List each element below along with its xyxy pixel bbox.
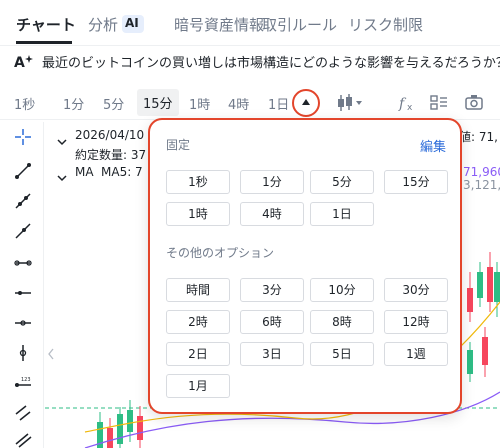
edit-link[interactable]: 編集 bbox=[420, 136, 446, 155]
active-tab-indicator bbox=[16, 41, 72, 44]
candles-left bbox=[97, 400, 143, 448]
other-option-12h[interactable]: 12時 bbox=[384, 310, 448, 334]
fixed-option-15m[interactable]: 15分 bbox=[384, 170, 448, 194]
ai-badge-icon: AI bbox=[122, 15, 145, 33]
tab-crypto-info[interactable]: 暗号資産情報 bbox=[174, 14, 264, 35]
tf-5m[interactable]: 5分 bbox=[103, 94, 124, 113]
other-option-3d[interactable]: 3日 bbox=[240, 342, 304, 366]
other-option-1w[interactable]: 1週 bbox=[384, 342, 448, 366]
other-option-1mo[interactable]: 1月 bbox=[166, 374, 230, 398]
other-options-title: その他のオプション bbox=[166, 246, 275, 260]
tf-1m[interactable]: 1分 bbox=[63, 94, 84, 113]
tf-4h[interactable]: 4時 bbox=[228, 94, 249, 113]
fixed-option-4h[interactable]: 4時 bbox=[240, 202, 304, 226]
horizontal-line-icon[interactable] bbox=[14, 314, 32, 332]
horizontal-ray-icon[interactable] bbox=[14, 284, 32, 302]
tf-1h[interactable]: 1時 bbox=[189, 94, 210, 113]
tab-analysis[interactable]: 分析 AI bbox=[88, 14, 145, 35]
other-option-2h[interactable]: 2時 bbox=[166, 310, 230, 334]
candles-right bbox=[467, 252, 500, 382]
fx-icon[interactable]: f x bbox=[398, 92, 418, 118]
fixed-option-5m[interactable]: 5分 bbox=[310, 170, 374, 194]
drawing-tools-sidebar: 123 bbox=[0, 122, 44, 448]
parallel-channel-icon[interactable] bbox=[14, 404, 32, 422]
ray-line-icon[interactable] bbox=[14, 192, 32, 210]
triangle-up-icon bbox=[302, 99, 310, 105]
pitchfork-icon[interactable] bbox=[14, 430, 32, 448]
fixed-option-1h[interactable]: 1時 bbox=[166, 202, 230, 226]
candlestick-icon[interactable] bbox=[336, 92, 364, 118]
other-option-30m[interactable]: 30分 bbox=[384, 278, 448, 302]
svg-text:f: f bbox=[398, 96, 407, 112]
svg-text:x: x bbox=[407, 103, 413, 113]
other-option-6h[interactable]: 6時 bbox=[240, 310, 304, 334]
fixed-option-1m[interactable]: 1分 bbox=[240, 170, 304, 194]
tf-1s[interactable]: 1秒 bbox=[14, 94, 35, 113]
fixed-section-title: 固定 bbox=[166, 138, 191, 152]
svg-text:123: 123 bbox=[21, 377, 31, 383]
tab-trading-rules[interactable]: 取引ルール bbox=[262, 14, 337, 35]
tab-risk-limits[interactable]: リスク制限 bbox=[348, 14, 423, 35]
crosshair-icon[interactable] bbox=[14, 128, 32, 146]
ai-question-row[interactable]: A 最近のビットコインの買い増しは市場構造にどのような影響を与えるだろうか？ bbox=[14, 51, 500, 73]
other-option-3m[interactable]: 3分 bbox=[240, 278, 304, 302]
timeframe-popup: 固定 編集 1秒 1分 5分 15分 1時 4時 1日 その他のオプション 時間… bbox=[148, 118, 462, 414]
other-option-8h[interactable]: 8時 bbox=[310, 310, 374, 334]
extended-line-icon[interactable] bbox=[14, 222, 32, 240]
other-option-5d[interactable]: 5日 bbox=[310, 342, 374, 366]
other-option-time[interactable]: 時間 bbox=[166, 278, 230, 302]
trend-line-icon[interactable] bbox=[14, 162, 32, 180]
top-tabs: チャート 分析 AI 暗号資産情報 取引ルール リスク制限 bbox=[0, 0, 500, 46]
ai-badge-text: AI bbox=[125, 16, 139, 30]
ai-question-text: 最近のビットコインの買い増しは市場構造にどのような影響を与えるだろうか？ bbox=[42, 56, 500, 71]
tab-chart[interactable]: チャート bbox=[16, 14, 76, 35]
camera-icon[interactable] bbox=[464, 92, 484, 118]
timeframe-toolbar: 1秒 1分 5分 15分 1時 4時 1日 bbox=[0, 84, 500, 120]
tab-analysis-label: 分析 bbox=[88, 16, 119, 34]
layout-icon[interactable] bbox=[430, 92, 448, 118]
svg-text:A: A bbox=[14, 55, 25, 70]
fixed-option-1s[interactable]: 1秒 bbox=[166, 170, 230, 194]
horizontal-segment-icon[interactable] bbox=[14, 254, 32, 272]
tf-15m[interactable]: 15分 bbox=[137, 89, 179, 116]
other-option-2d[interactable]: 2日 bbox=[166, 342, 230, 366]
timeframe-dropdown-button[interactable] bbox=[292, 89, 320, 117]
other-option-10m[interactable]: 10分 bbox=[310, 278, 374, 302]
tf-1d[interactable]: 1日 bbox=[268, 94, 289, 113]
price-line-icon[interactable]: 123 bbox=[14, 374, 32, 392]
fixed-option-1d[interactable]: 1日 bbox=[310, 202, 374, 226]
vertical-line-icon[interactable] bbox=[14, 344, 32, 362]
ai-sparkle-icon: A bbox=[14, 52, 36, 71]
